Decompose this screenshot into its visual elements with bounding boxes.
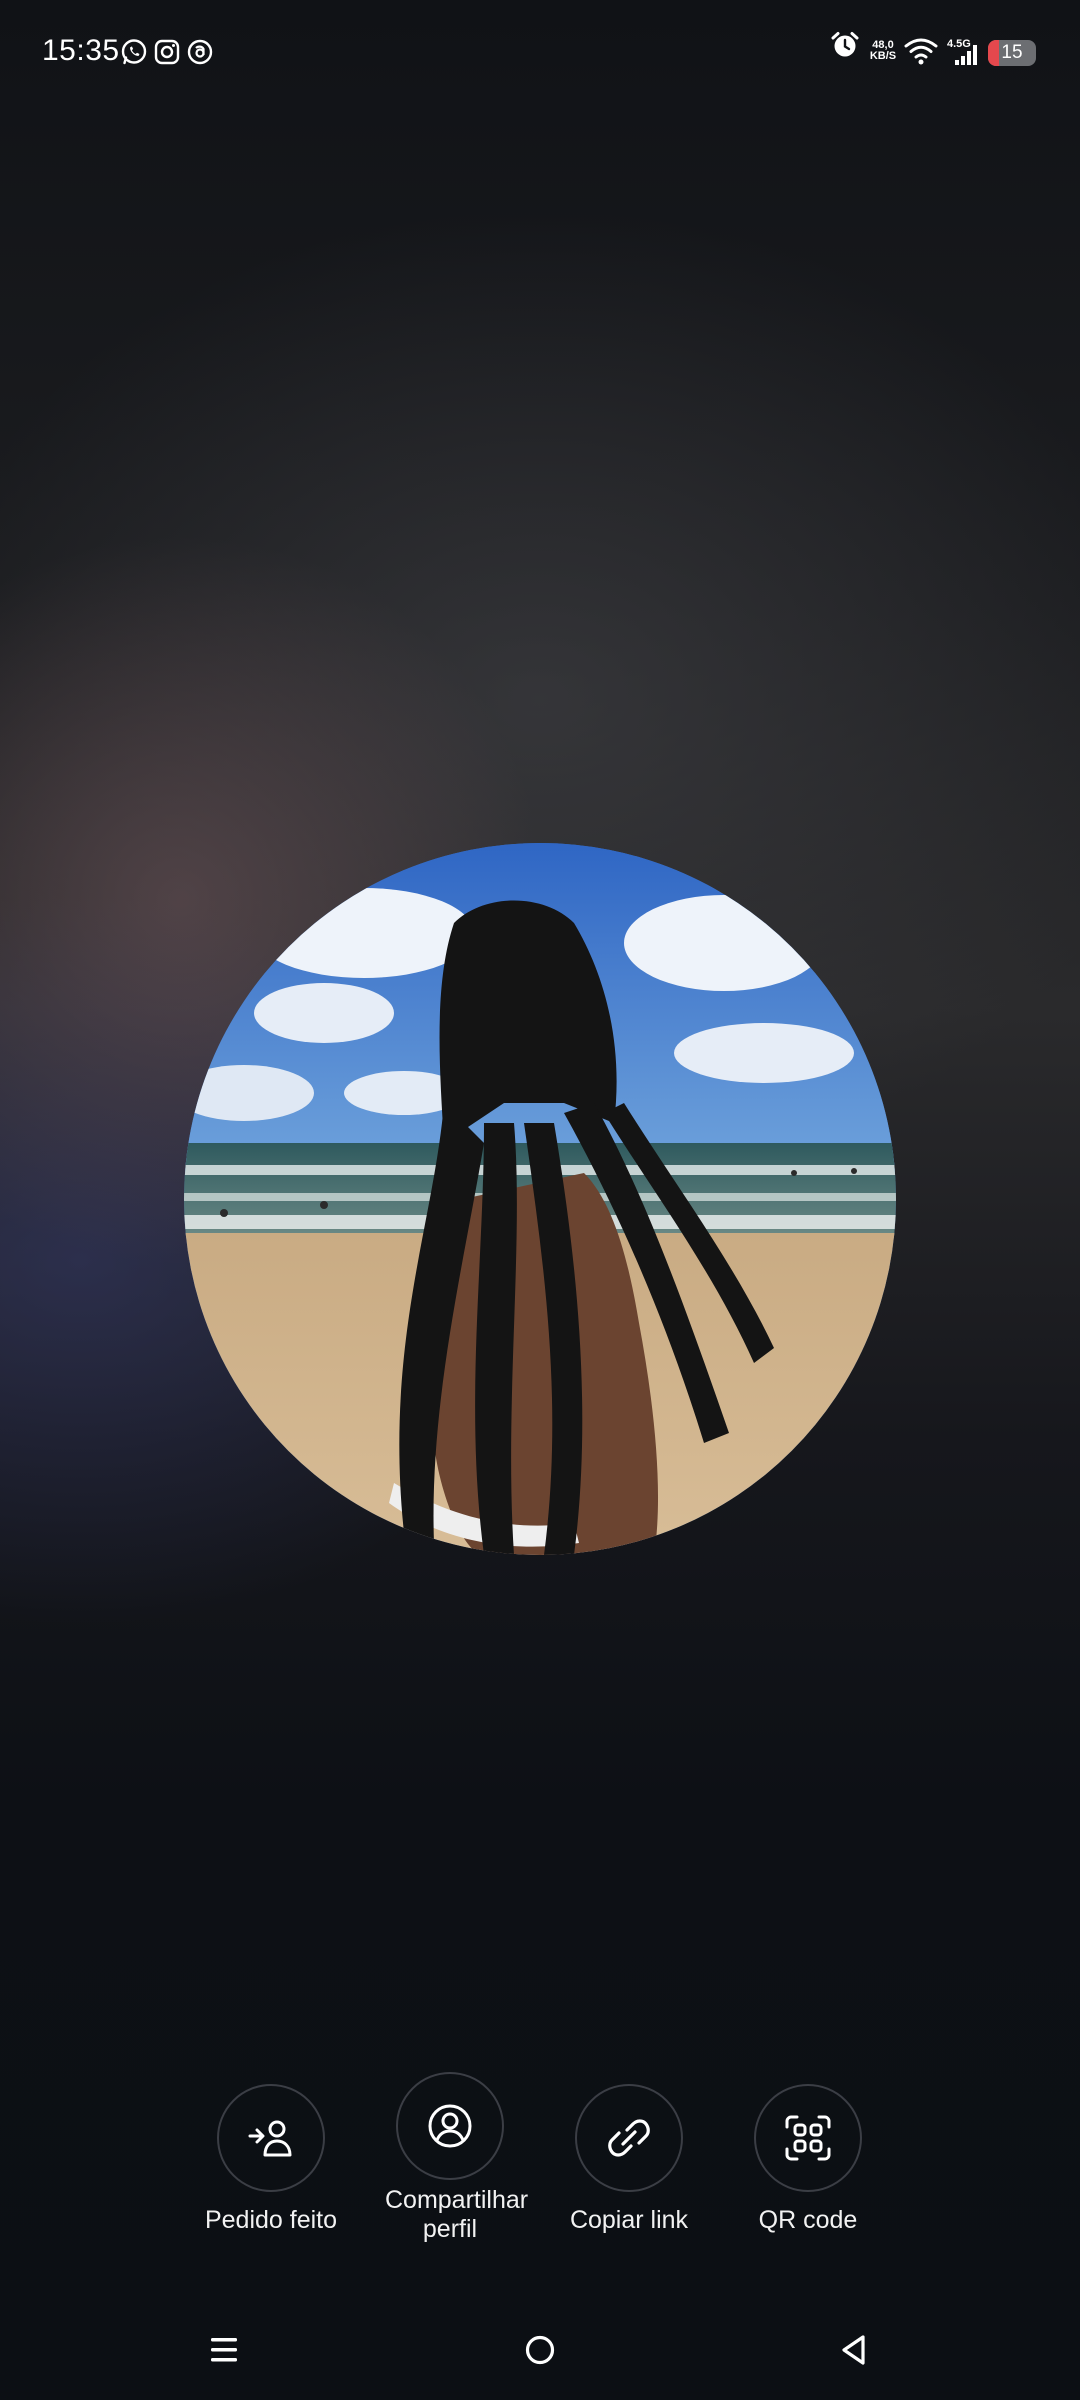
whatsapp-icon xyxy=(121,39,147,65)
qr-code-circle[interactable] xyxy=(754,2084,862,2192)
share-profile-label: Compartilhar perfil xyxy=(385,2186,529,2243)
alarm-icon xyxy=(831,32,859,57)
profile-share-screen: 15:35 48,0 KB/S 4.5G 15 Pedido feito Com… xyxy=(0,0,1080,2400)
wifi-icon xyxy=(904,38,938,65)
instagram-icon xyxy=(154,39,180,65)
navigation-bar xyxy=(0,2300,1080,2400)
home-button[interactable] xyxy=(516,2328,564,2372)
battery-indicator: 15 xyxy=(988,40,1036,66)
add-person-icon xyxy=(248,2120,292,2157)
home-circle-icon xyxy=(525,2335,555,2365)
share-profile-button[interactable]: Compartilhar perfil xyxy=(360,2070,540,2244)
recent-apps-button[interactable] xyxy=(200,2328,248,2372)
network-speed: 48,0 KB/S xyxy=(866,40,900,62)
qr-code-label: QR code xyxy=(758,2206,858,2234)
share-profile-circle[interactable] xyxy=(396,2072,504,2180)
copy-link-button[interactable]: Copiar link xyxy=(539,2070,719,2235)
share-actions: Pedido feito Compartilhar perfil Copiar … xyxy=(0,2070,1080,2270)
signal-icon xyxy=(955,45,977,65)
profile-photo-image xyxy=(184,843,896,1555)
qr-code-button[interactable]: QR code xyxy=(718,2070,898,2235)
profile-photo xyxy=(184,843,896,1555)
menu-icon xyxy=(211,2338,237,2362)
person-circle-icon xyxy=(428,2104,472,2148)
request-sent-button[interactable]: Pedido feito xyxy=(181,2070,361,2235)
back-triangle-icon xyxy=(842,2335,865,2365)
threads-icon xyxy=(187,39,213,65)
request-sent-circle[interactable] xyxy=(217,2084,325,2192)
battery-percent: 15 xyxy=(1001,42,1023,63)
status-bar: 15:35 48,0 KB/S 4.5G 15 xyxy=(0,0,1080,104)
copy-link-circle[interactable] xyxy=(575,2084,683,2192)
back-button[interactable] xyxy=(830,2328,878,2372)
link-icon xyxy=(608,2119,650,2157)
network-speed-unit: KB/S xyxy=(869,50,897,62)
request-sent-label: Pedido feito xyxy=(204,2206,338,2234)
qr-code-icon xyxy=(785,2115,831,2161)
copy-link-label: Copiar link xyxy=(569,2206,689,2234)
status-time: 15:35 xyxy=(42,34,120,67)
